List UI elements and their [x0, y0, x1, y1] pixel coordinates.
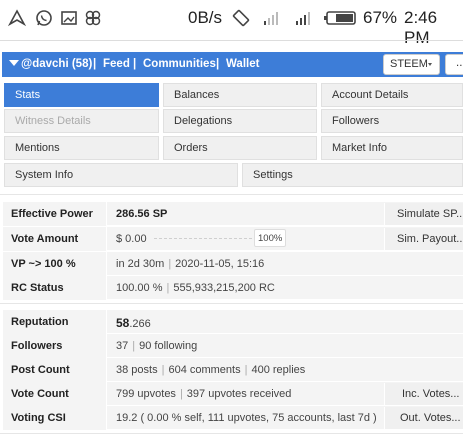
simulate-sp-button[interactable]: Simulate SP... — [384, 203, 463, 225]
incoming-votes-button[interactable]: Inc. Votes... — [384, 383, 463, 405]
screen-rotation-icon — [232, 9, 250, 27]
status-bar: 0B/s 67% 2:46 PM — [0, 0, 463, 47]
signal-weak-icon — [264, 12, 278, 25]
gallery-icon — [61, 11, 77, 25]
divider — [0, 194, 463, 195]
stat-row-rc-status: RC Status 100.00 % | 555,933,215,200 RC — [3, 276, 463, 300]
stat-row-post-count: Post Count 38 posts | 604 comments | 400 rep… — [3, 358, 463, 382]
stat-label: Vote Amount — [3, 227, 107, 251]
stat-value: 58.266 — [108, 310, 151, 334]
stat-row-voting-csi: Voting CSI 19.2 ( 0.00 % self, 111 upvot… — [3, 406, 463, 430]
stat-label: Vote Count — [3, 382, 107, 406]
posts-count: 38 posts — [116, 364, 158, 376]
divider — [0, 40, 463, 41]
value-separator: | — [166, 282, 170, 294]
tab-settings[interactable]: Settings — [242, 163, 463, 187]
value-separator: | — [168, 258, 172, 270]
dropdown-arrow-icon — [428, 63, 432, 66]
nav-separator: | — [93, 58, 97, 70]
stat-value: in 2d 30m | 2020-11-05, 15:16 — [108, 252, 264, 276]
stat-row-reputation: Reputation 58.266 — [3, 310, 463, 334]
rc-amount: 555,933,215,200 RC — [173, 282, 275, 294]
stat-value: 286.56 SP — [108, 202, 167, 226]
divider — [0, 303, 463, 304]
followers-count: 37 — [116, 340, 129, 352]
comments-count: 604 comments — [168, 364, 241, 376]
stat-value: 799 upvotes | 397 upvotes received — [108, 382, 291, 406]
stat-row-effective-power: Effective Power 286.56 SP Simulate SP... — [3, 202, 463, 226]
vp-time: in 2d 30m — [116, 258, 165, 270]
nav-link-communities[interactable]: Communities — [143, 58, 216, 70]
tab-followers[interactable]: Followers — [321, 109, 463, 133]
stat-value: 100.00 % | 555,933,215,200 RC — [108, 276, 275, 300]
whatsapp-icon — [36, 10, 52, 26]
nav-link-feed[interactable]: Feed — [103, 58, 130, 70]
nav-separator: | — [133, 58, 137, 70]
tab-mentions[interactable]: Mentions — [4, 136, 159, 160]
reputation-main: 58 — [116, 316, 130, 330]
vote-amount-value: $ 0.00 — [116, 233, 147, 245]
more-button[interactable]: ... — [445, 54, 463, 75]
stat-row-followers: Followers 37 | 90 following — [3, 334, 463, 358]
stat-label: Reputation — [3, 310, 107, 334]
divider — [0, 433, 463, 434]
tab-orders[interactable]: Orders — [163, 136, 317, 160]
value-separator: | — [132, 340, 136, 352]
tab-witness-details: Witness Details — [4, 109, 159, 133]
stat-value: $ 0.00 — [108, 227, 147, 251]
clock: 2:46 PM — [404, 8, 438, 47]
stat-label: Voting CSI — [3, 406, 107, 430]
currency-select-label: STEEM — [390, 58, 428, 70]
value-separator: | — [244, 364, 248, 376]
battery-percent: 67% — [363, 8, 398, 27]
tab-account-details[interactable]: Account Details — [321, 83, 463, 107]
effective-power-value: 286.56 SP — [116, 208, 168, 220]
tab-system-info[interactable]: System Info — [4, 163, 238, 187]
stat-label: Post Count — [3, 358, 107, 382]
rc-percent: 100.00 % — [116, 282, 163, 294]
stat-value: 37 | 90 following — [108, 334, 197, 358]
tab-balances[interactable]: Balances — [163, 83, 317, 107]
nav-link-wallet[interactable]: Wallet — [226, 58, 259, 70]
following-count: 90 following — [139, 340, 198, 352]
stat-value: 19.2 ( 0.00 % self, 111 upvotes, 75 acco… — [116, 412, 377, 424]
top-nav-bar: @davchi (58) | Feed | Communities | Wall… — [2, 52, 463, 77]
vote-weight-slider[interactable] — [154, 238, 252, 239]
value-separator: | — [179, 388, 183, 400]
stat-label: RC Status — [3, 276, 107, 300]
navigation-icon — [8, 9, 26, 27]
sim-payout-button[interactable]: Sim. Payout... — [384, 228, 463, 250]
stat-row-vp: VP ~> 100 % in 2d 30m | 2020-11-05, 15:16 — [3, 252, 463, 276]
tab-delegations[interactable]: Delegations — [163, 109, 317, 133]
upvotes-count: 799 upvotes — [116, 388, 176, 400]
outgoing-votes-button[interactable]: Out. Votes... — [384, 407, 463, 429]
user-menu[interactable]: @davchi (58) — [21, 58, 92, 70]
data-rate: 0B/s — [188, 8, 223, 27]
stat-value: 38 posts | 604 comments | 400 replies — [108, 358, 305, 382]
upvotes-received: 397 upvotes received — [186, 388, 292, 400]
stat-label: VP ~> 100 % — [3, 252, 107, 276]
caret-down-icon[interactable] — [9, 60, 19, 66]
tab-market-info[interactable]: Market Info — [321, 136, 463, 160]
stat-row-vote-count: Vote Count 799 upvotes | 397 upvotes recei… — [3, 382, 463, 406]
tab-stats[interactable]: Stats — [4, 83, 159, 107]
value-separator: | — [161, 364, 165, 376]
battery-icon — [324, 11, 356, 25]
stat-row-vote-amount: Vote Amount $ 0.00 100% Sim. Payout... — [3, 227, 463, 251]
stat-label: Effective Power — [3, 202, 107, 226]
vote-weight-percent[interactable]: 100% — [254, 229, 287, 247]
app-grid-icon — [85, 10, 101, 26]
nav-separator: | — [216, 58, 220, 70]
currency-select[interactable]: STEEM — [383, 54, 440, 75]
replies-count: 400 replies — [251, 364, 306, 376]
reputation-decimal: .266 — [129, 318, 151, 330]
vp-date: 2020-11-05, 15:16 — [175, 258, 265, 270]
stat-label: Followers — [3, 334, 107, 358]
signal-icon — [296, 12, 310, 25]
